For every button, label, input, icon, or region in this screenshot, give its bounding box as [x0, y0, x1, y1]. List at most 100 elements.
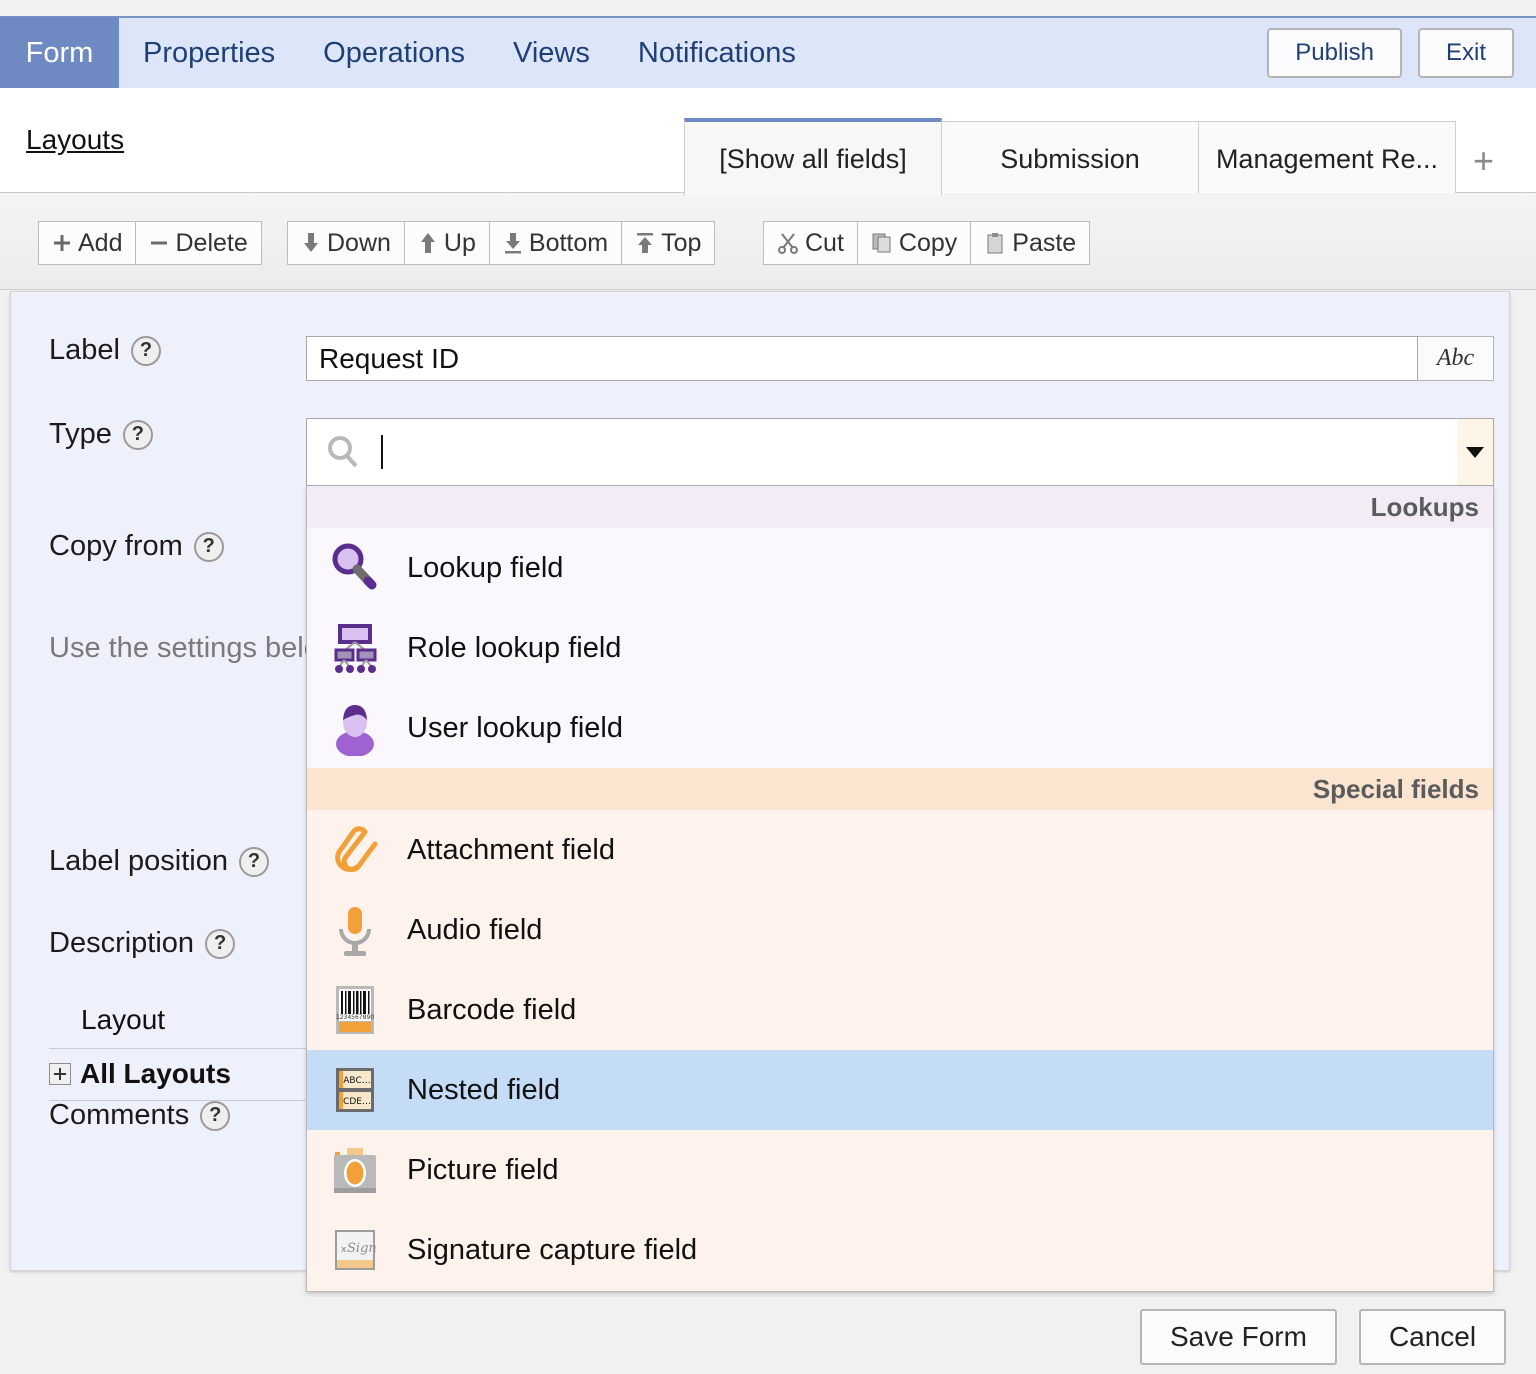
- label-position-field-label-text: Label position: [49, 845, 228, 878]
- bottom-button[interactable]: Bottom: [489, 221, 622, 265]
- down-button[interactable]: Down: [287, 221, 405, 265]
- paste-button[interactable]: Paste: [970, 221, 1090, 265]
- org-chart-icon: [325, 620, 385, 676]
- add-tab-button[interactable]: +: [1455, 126, 1512, 196]
- tab-list: [Show all fields] Submission Management …: [684, 118, 1512, 196]
- move-to-top-icon: [635, 232, 655, 254]
- svg-text:CDE…: CDE…: [343, 1097, 371, 1107]
- arrow-up-icon: [418, 232, 438, 254]
- type-combobox[interactable]: [306, 418, 1494, 486]
- help-icon-type[interactable]: ?: [123, 420, 153, 450]
- paperclip-icon: [325, 822, 385, 878]
- option-audio-field[interactable]: Audio field: [307, 890, 1493, 970]
- dialog-footer-actions: Save Form Cancel: [1140, 1309, 1506, 1365]
- type-field-label-text: Type: [49, 418, 112, 451]
- layouts-link[interactable]: Layouts: [26, 124, 124, 156]
- camera-icon: [325, 1142, 385, 1198]
- nested-table-icon: ABC… CDE…: [325, 1062, 385, 1118]
- tab-submission[interactable]: Submission: [941, 121, 1199, 196]
- move-to-bottom-icon: [503, 232, 523, 254]
- menu-item-notifications-label: Notifications: [638, 37, 796, 69]
- plus-icon: [52, 233, 72, 253]
- tab-show-all-fields[interactable]: [Show all fields]: [684, 118, 942, 196]
- abc-format-button[interactable]: Abc: [1418, 336, 1494, 381]
- copy-button-label: Copy: [899, 229, 957, 258]
- cut-button-label: Cut: [805, 229, 844, 258]
- tab-management-re[interactable]: Management Re...: [1198, 121, 1456, 196]
- menu-item-form-label: Form: [26, 37, 94, 70]
- field-toolbar: Add Delete Down Up Bottom Top: [0, 193, 1536, 290]
- menu-item-properties[interactable]: Properties: [119, 37, 299, 70]
- menu-item-form[interactable]: Form: [0, 17, 119, 89]
- menu-item-views[interactable]: Views: [489, 37, 614, 70]
- label-field-label: Label ?: [49, 334, 161, 367]
- dropdown-group-header-lookups-label: Lookups: [1371, 492, 1479, 523]
- svg-text:ABC…: ABC…: [343, 1076, 370, 1086]
- type-search-input[interactable]: [383, 422, 1457, 482]
- label-input-group: Abc: [306, 336, 1494, 381]
- option-role-lookup-field-label: Role lookup field: [407, 632, 621, 665]
- help-icon-comments[interactable]: ?: [200, 1101, 230, 1131]
- option-barcode-field-label: Barcode field: [407, 994, 576, 1027]
- layout-tree-column-header: Layout: [49, 1004, 311, 1036]
- option-audio-field-label: Audio field: [407, 914, 542, 947]
- copy-from-field-label: Copy from ?: [49, 530, 224, 563]
- menu-item-notifications[interactable]: Notifications: [614, 37, 820, 70]
- magnifier-purple-icon: [325, 540, 385, 596]
- help-icon-label-position[interactable]: ?: [239, 847, 269, 877]
- layout-tree-column-header-label: Layout: [81, 1004, 165, 1035]
- description-field-label-text: Description: [49, 927, 194, 960]
- up-button[interactable]: Up: [404, 221, 490, 265]
- option-lookup-field[interactable]: Lookup field: [307, 528, 1493, 608]
- comments-field-label-text: Comments: [49, 1099, 189, 1132]
- option-nested-field-label: Nested field: [407, 1074, 560, 1107]
- save-form-button[interactable]: Save Form: [1140, 1309, 1337, 1365]
- use-settings-below-label: Use the settings below: [49, 632, 341, 665]
- option-barcode-field[interactable]: 1234567890 Barcode field: [307, 970, 1493, 1050]
- option-signature-capture-field[interactable]: x Sign Signature capture field: [307, 1210, 1493, 1290]
- svg-text:Sign: Sign: [347, 1241, 377, 1256]
- arrow-down-icon: [301, 232, 321, 254]
- bottom-button-label: Bottom: [529, 229, 608, 258]
- comments-field-label: Comments ?: [49, 1099, 230, 1132]
- option-attachment-field[interactable]: Attachment field: [307, 810, 1493, 890]
- layout-tree-divider-bottom: [49, 1100, 311, 1101]
- expand-plus-icon[interactable]: [49, 1063, 71, 1085]
- type-dropdown-list[interactable]: Lookups Lookup field: [306, 486, 1494, 1292]
- option-picture-field[interactable]: Picture field: [307, 1130, 1493, 1210]
- dropdown-group-header-special-fields: Special fields: [307, 768, 1493, 810]
- toolbar-group-edit: Add Delete: [38, 221, 261, 265]
- option-user-lookup-field[interactable]: User lookup field: [307, 688, 1493, 768]
- help-icon-description[interactable]: ?: [205, 929, 235, 959]
- dropdown-group-header-special-fields-label: Special fields: [1313, 774, 1479, 805]
- copy-icon: [871, 232, 893, 254]
- svg-text:1234567890: 1234567890: [336, 1014, 374, 1021]
- cut-button[interactable]: Cut: [763, 221, 858, 265]
- description-field-label: Description ?: [49, 927, 235, 960]
- toolbar-group-clipboard: Cut Copy Paste: [763, 221, 1089, 265]
- dropdown-group-body-special-fields: Attachment field Audio field: [307, 810, 1493, 1290]
- layout-tree-row-all-layouts[interactable]: All Layouts: [49, 1054, 311, 1094]
- help-icon-label[interactable]: ?: [131, 336, 161, 366]
- menu-item-operations[interactable]: Operations: [299, 37, 489, 70]
- clipboard-icon: [984, 232, 1006, 254]
- chevron-down-icon[interactable]: [1457, 419, 1493, 485]
- option-role-lookup-field[interactable]: Role lookup field: [307, 608, 1493, 688]
- microphone-icon: [325, 902, 385, 958]
- help-icon-copy-from[interactable]: ?: [194, 532, 224, 562]
- menu-item-views-label: Views: [513, 37, 590, 69]
- publish-button[interactable]: Publish: [1267, 28, 1402, 78]
- cancel-button[interactable]: Cancel: [1359, 1309, 1506, 1365]
- label-input[interactable]: [306, 336, 1418, 381]
- use-settings-below-text: Use the settings below: [49, 632, 341, 665]
- copy-from-field-label-text: Copy from: [49, 530, 183, 563]
- option-signature-capture-field-label: Signature capture field: [407, 1234, 697, 1267]
- copy-button[interactable]: Copy: [857, 221, 971, 265]
- exit-button[interactable]: Exit: [1418, 28, 1514, 78]
- option-nested-field[interactable]: ABC… CDE… Nested field: [307, 1050, 1493, 1130]
- add-button[interactable]: Add: [38, 221, 136, 265]
- label-field-label-text: Label: [49, 334, 120, 367]
- delete-button[interactable]: Delete: [135, 221, 261, 265]
- top-button[interactable]: Top: [621, 221, 715, 265]
- top-button-label: Top: [661, 229, 701, 258]
